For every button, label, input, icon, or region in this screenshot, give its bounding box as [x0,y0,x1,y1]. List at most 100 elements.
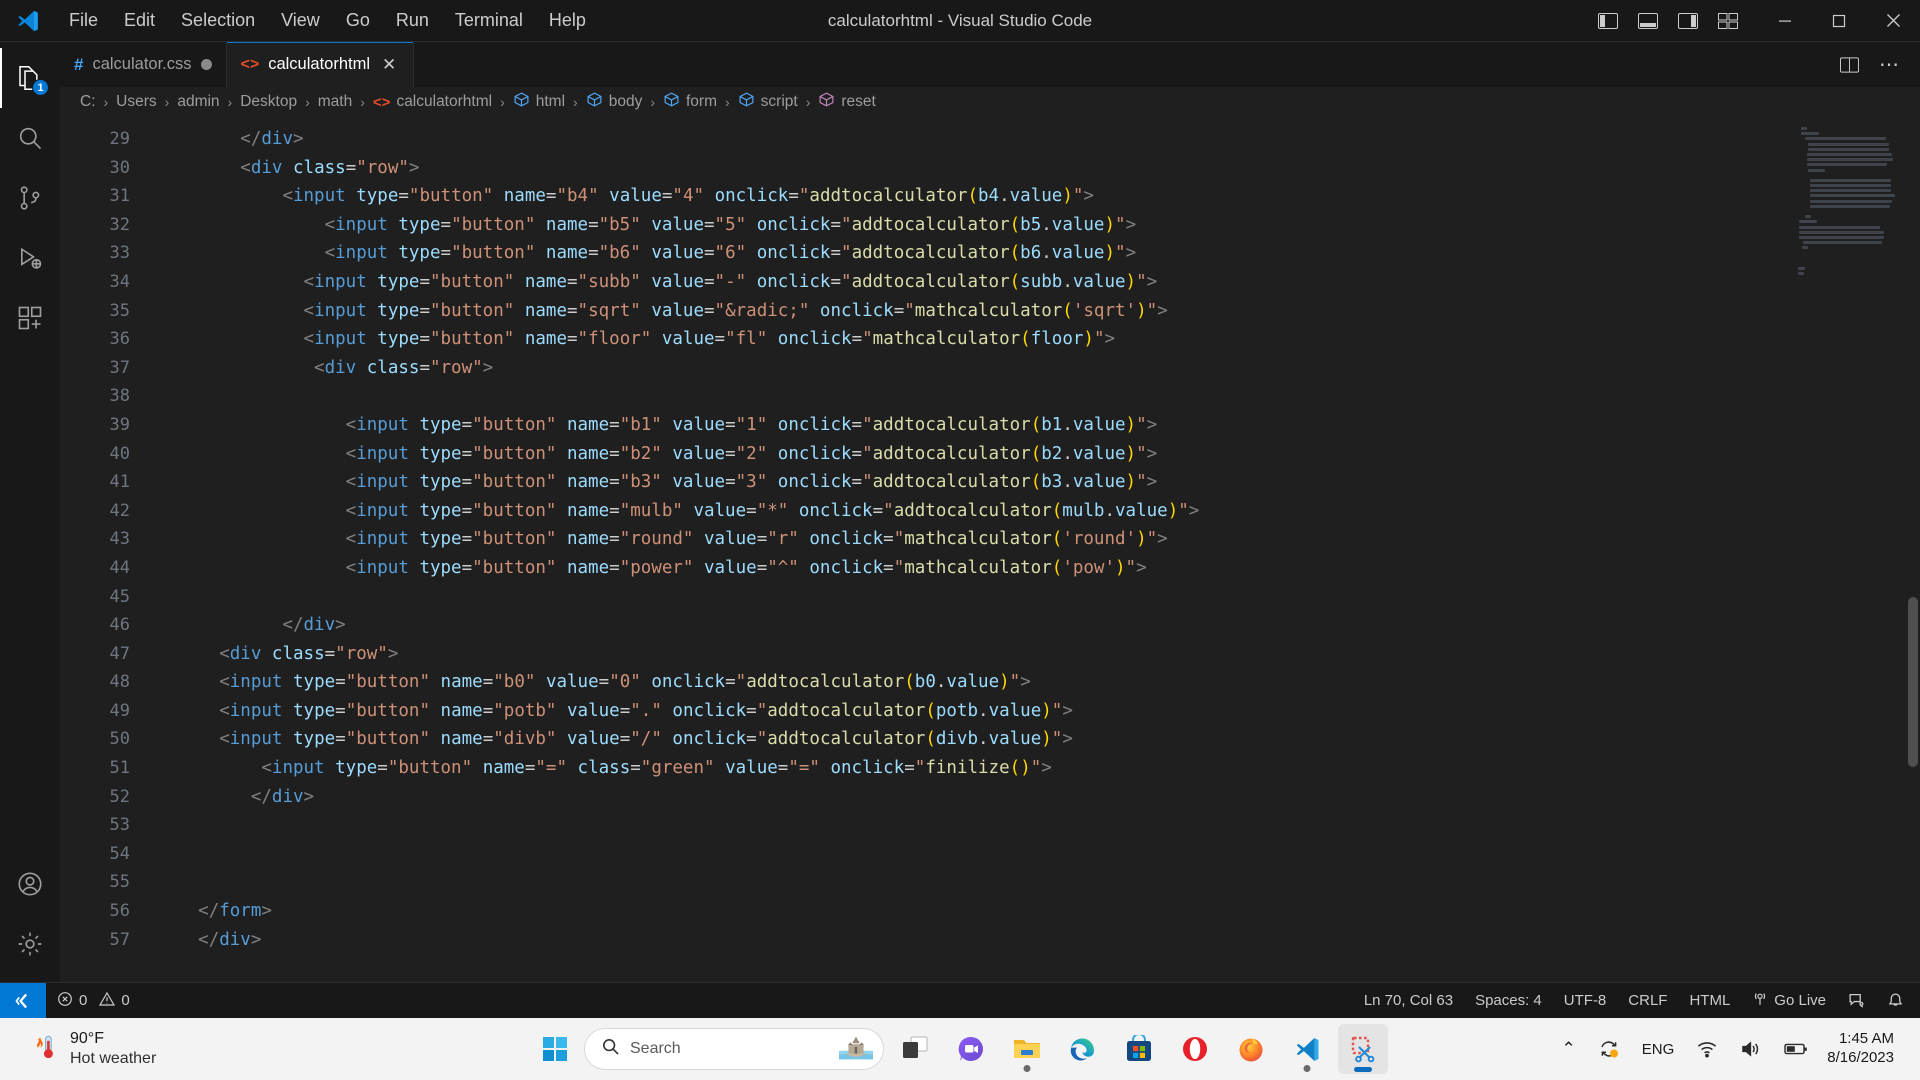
code-line[interactable]: <input type="button" name="b5" value="5"… [156,211,1920,240]
breadcrumb-item-file[interactable]: <> calculatorhtml [371,93,494,111]
search-input[interactable]: Search [584,1028,884,1070]
weather-widget[interactable]: 90°F Hot weather [0,1029,156,1068]
window-maximize-button[interactable] [1812,0,1866,42]
code-line[interactable]: <input type="button" name="power" value=… [156,554,1920,583]
code-line[interactable]: <input type="button" name="floor" value=… [156,325,1920,354]
settings-gear-icon[interactable] [0,914,60,974]
battery-icon[interactable] [1775,1035,1819,1063]
tab-calculatorhtml[interactable]: <> calculatorhtml ✕ [226,42,415,87]
code-line[interactable]: <div class="row"> [156,640,1920,669]
code-editor[interactable]: 29 30 31 32 33 34 35 36 37 38 39 40 41 42 43 44 45 46 47 48… [60,117,1920,982]
menu-selection[interactable]: Selection [168,6,268,35]
menu-file[interactable]: File [56,6,111,35]
code-line[interactable]: <input type="button" name="b2" value="2"… [156,440,1920,469]
code-line[interactable] [156,868,1920,897]
breadcrumb-item-admin[interactable]: admin [175,93,221,111]
split-editor-icon[interactable] [1832,48,1866,82]
vertical-scrollbar[interactable] [1906,117,1920,982]
file-explorer-icon[interactable] [1002,1024,1052,1074]
menu-view[interactable]: View [268,6,333,35]
code-line[interactable] [156,840,1920,869]
code-line[interactable]: <input type="button" name="round" value=… [156,525,1920,554]
code-line[interactable]: <div class="row"> [156,154,1920,183]
scrollbar-thumb[interactable] [1908,597,1918,767]
menu-run[interactable]: Run [383,6,442,35]
code-content[interactable]: </div> <div class="row"> <input type="bu… [156,117,1920,982]
toggle-panel-icon[interactable] [1628,0,1668,42]
language-mode-status[interactable]: HTML [1678,983,1741,1019]
language-indicator[interactable]: ENG [1633,1035,1684,1064]
code-line[interactable]: <input type="button" name="sqrt" value="… [156,297,1920,326]
editor-position-status[interactable]: Ln 70, Col 63 [1353,983,1464,1019]
taskbar-clock[interactable]: 1:45 AM 8/16/2023 [1823,1030,1902,1068]
windows-start-icon[interactable] [532,1026,578,1072]
toggle-primary-sidebar-icon[interactable] [1588,0,1628,42]
sidebar-item-run-and-debug[interactable] [0,228,60,288]
code-line[interactable]: <input type="button" name="b3" value="3"… [156,468,1920,497]
code-line[interactable]: </div> [156,125,1920,154]
code-line[interactable]: <input type="button" name="mulb" value="… [156,497,1920,526]
minimap[interactable] [1794,127,1904,287]
microsoft-edge-icon[interactable] [1058,1024,1108,1074]
breadcrumb-item-drive[interactable]: C: [78,93,98,111]
code-line[interactable] [156,382,1920,411]
breadcrumb-item-desktop[interactable]: Desktop [238,93,299,111]
chat-teams-icon[interactable] [946,1024,996,1074]
snipping-tool-icon[interactable] [1338,1024,1388,1074]
code-line[interactable]: <input type="button" name="=" class="gre… [156,754,1920,783]
tab-close-icon[interactable]: ✕ [379,54,399,75]
code-line[interactable] [156,811,1920,840]
accounts-icon[interactable] [0,854,60,914]
code-line[interactable]: </div> [156,926,1920,955]
code-line[interactable]: <input type="button" name="b6" value="6"… [156,239,1920,268]
bell-icon[interactable] [1876,983,1920,1019]
more-actions-icon[interactable]: ⋯ [1872,48,1906,82]
window-minimize-button[interactable] [1758,0,1812,42]
code-line[interactable]: <input type="button" name="b4" value="4"… [156,182,1920,211]
feedback-icon[interactable] [1837,983,1876,1019]
toggle-secondary-sidebar-icon[interactable] [1668,0,1708,42]
problems-status[interactable]: 0 0 [46,983,141,1019]
menu-terminal[interactable]: Terminal [442,6,536,35]
volume-icon[interactable] [1731,1033,1771,1065]
sidebar-item-source-control[interactable] [0,168,60,228]
firefox-browser-icon[interactable] [1226,1024,1276,1074]
indentation-status[interactable]: Spaces: 4 [1464,983,1553,1019]
code-line[interactable]: </div> [156,783,1920,812]
code-line[interactable] [156,583,1920,612]
breadcrumb-item-users[interactable]: Users [114,93,158,111]
go-live-status[interactable]: Go Live [1741,983,1837,1019]
remote-window-icon[interactable] [0,982,46,1019]
breadcrumb-item-html[interactable]: html [511,91,567,113]
tab-dirty-indicator[interactable] [200,59,212,70]
code-line[interactable]: <input type="button" name="b0" value="0"… [156,668,1920,697]
menu-go[interactable]: Go [333,6,383,35]
opera-browser-icon[interactable] [1170,1024,1220,1074]
visual-studio-code-icon[interactable] [1282,1024,1332,1074]
breadcrumb-item-reset[interactable]: reset [816,91,877,113]
eol-status[interactable]: CRLF [1617,983,1678,1019]
code-line[interactable]: <input type="button" name="b1" value="1"… [156,411,1920,440]
menu-edit[interactable]: Edit [111,6,168,35]
breadcrumb-item-script[interactable]: script [736,91,800,113]
sidebar-item-explorer[interactable]: 1 [0,48,60,108]
code-line[interactable]: <input type="button" name="divb" value="… [156,725,1920,754]
wifi-icon[interactable] [1687,1033,1727,1065]
sync-icon[interactable] [1589,1032,1629,1066]
code-line[interactable]: </div> [156,611,1920,640]
code-line[interactable]: <div class="row"> [156,354,1920,383]
tab-calculator-css[interactable]: # calculator.css [60,42,227,87]
customize-layout-icon[interactable] [1708,0,1748,42]
breadcrumb-item-form[interactable]: form [661,91,719,113]
sidebar-item-extensions[interactable] [0,288,60,348]
tray-overflow-chevron-icon[interactable]: ⌃ [1553,1033,1585,1065]
breadcrumb-item-body[interactable]: body [584,91,645,113]
encoding-status[interactable]: UTF-8 [1553,983,1618,1019]
code-line[interactable]: <input type="button" name="subb" value="… [156,268,1920,297]
task-view-icon[interactable] [890,1024,940,1074]
microsoft-store-icon[interactable] [1114,1024,1164,1074]
sidebar-item-search[interactable] [0,108,60,168]
code-line[interactable]: <input type="button" name="potb" value="… [156,697,1920,726]
breadcrumb-item-math[interactable]: math [316,93,354,111]
code-line[interactable]: </form> [156,897,1920,926]
